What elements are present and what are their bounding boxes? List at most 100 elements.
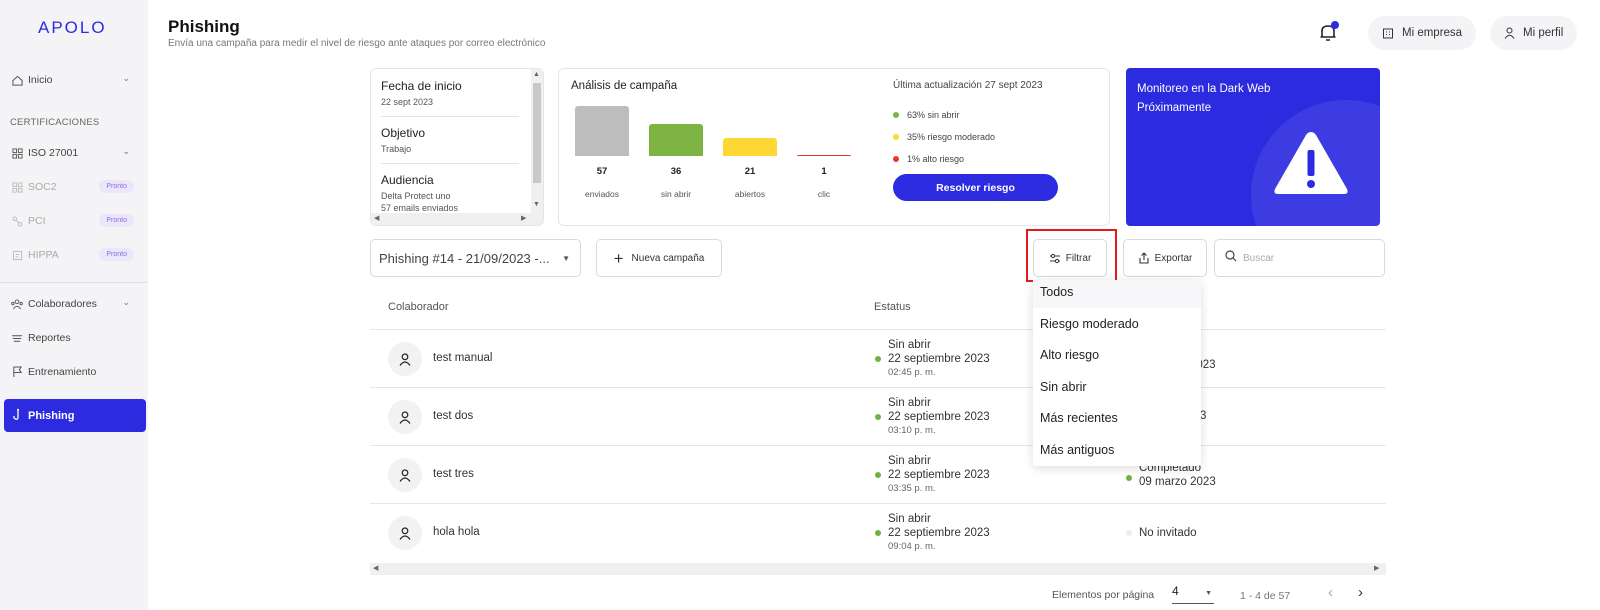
items-per-page-select[interactable]: 4 ▼ bbox=[1172, 584, 1214, 604]
status-dot bbox=[875, 414, 881, 420]
legend-text: 35% riesgo moderado bbox=[907, 132, 996, 142]
status-cell: Sin abrir 22 septiembre 2023 02:45 p. m. bbox=[888, 338, 990, 380]
user-icon bbox=[399, 526, 411, 540]
dark-web-card: Monitoreo en la Dark Web Próximamente bbox=[1126, 68, 1380, 226]
sidebar-item-label: Colaboradores bbox=[28, 298, 97, 310]
mi-empresa-label: Mi empresa bbox=[1402, 27, 1463, 39]
third-column-cell: No invitado bbox=[1139, 526, 1197, 540]
chevron-right-icon[interactable]: › bbox=[1358, 584, 1363, 601]
sidebar-item-reportes[interactable]: Reportes bbox=[10, 328, 138, 348]
user-icon bbox=[399, 410, 411, 424]
status-dot bbox=[875, 530, 881, 536]
plus-icon: + bbox=[613, 248, 624, 268]
scroll-down-icon[interactable]: ▼ bbox=[533, 201, 540, 208]
bar-value-label: 21 bbox=[744, 166, 756, 177]
start-date-value: 22 sept 2023 bbox=[381, 97, 434, 107]
filter-option-todos[interactable]: Todos bbox=[1040, 285, 1073, 299]
sidebar-item-iso27001[interactable]: ISO 27001 ⌄ bbox=[10, 143, 138, 163]
sidebar-item-label: Entrenamiento bbox=[28, 366, 97, 378]
status-time: 09:04 p. m. bbox=[888, 541, 936, 552]
scroll-right-icon[interactable]: ▶ bbox=[1374, 564, 1379, 572]
column-header-estatus[interactable]: Estatus bbox=[874, 301, 911, 313]
status-dot bbox=[1126, 475, 1132, 481]
scroll-up-icon[interactable]: ▲ bbox=[533, 71, 540, 78]
bar-category-label: abiertos bbox=[734, 189, 766, 199]
search-input[interactable] bbox=[1243, 252, 1373, 264]
filter-option-sin-abrir[interactable]: Sin abrir bbox=[1040, 380, 1087, 394]
pagination-range: 1 - 4 de 57 bbox=[1240, 590, 1291, 602]
exportar-button[interactable]: Exportar bbox=[1123, 239, 1207, 277]
nueva-campana-button[interactable]: + Nueva campaña bbox=[596, 239, 722, 277]
caret-down-icon: ▼ bbox=[562, 254, 570, 263]
objective-label: Objetivo bbox=[381, 126, 426, 140]
filter-option-riesgo-moderado[interactable]: Riesgo moderado bbox=[1040, 317, 1139, 331]
sidebar-item-phishing[interactable]: Phishing bbox=[4, 399, 146, 432]
sidebar-item-entrenamiento[interactable]: Entrenamiento bbox=[10, 362, 138, 382]
share-icon bbox=[1138, 252, 1150, 264]
sidebar-item-label: Inicio bbox=[28, 74, 53, 86]
home-icon bbox=[10, 73, 24, 87]
info-divider bbox=[381, 116, 519, 117]
mi-perfil-button[interactable]: Mi perfil bbox=[1490, 16, 1578, 50]
bar-abiertos bbox=[723, 138, 777, 156]
collaborator-name: test dos bbox=[433, 410, 474, 422]
bar-value-label: 36 bbox=[670, 166, 682, 177]
bar-enviados bbox=[575, 106, 629, 156]
pronto-badge: Pronto bbox=[99, 214, 134, 227]
legend-dot bbox=[893, 134, 899, 140]
page-subtitle: Envía una campaña para medir el nivel de… bbox=[168, 38, 546, 49]
sidebar-item-pci[interactable]: PCI Pronto bbox=[10, 211, 138, 231]
status-date: 22 septiembre 2023 bbox=[888, 527, 990, 539]
bar-category-label: enviados bbox=[584, 189, 620, 199]
user-icon bbox=[399, 352, 411, 366]
app-logo: APOLO bbox=[38, 18, 107, 37]
scroll-right-icon[interactable]: ▶ bbox=[521, 214, 526, 222]
table-horizontal-scrollbar[interactable]: ◀ ▶ bbox=[370, 563, 1386, 575]
filter-option-mas-recientes[interactable]: Más recientes bbox=[1040, 411, 1118, 425]
horizontal-scrollbar[interactable]: ◀ ▶ bbox=[371, 213, 543, 225]
legend-dot bbox=[893, 156, 899, 162]
search-box[interactable] bbox=[1214, 239, 1385, 277]
exportar-label: Exportar bbox=[1154, 252, 1193, 264]
bar-sin-abrir bbox=[649, 124, 703, 156]
objective-value: Trabajo bbox=[381, 144, 412, 154]
status-cell: Sin abrir 22 septiembre 2023 03:10 p. m. bbox=[888, 396, 990, 438]
scroll-left-icon[interactable]: ◀ bbox=[374, 214, 379, 222]
status-dot bbox=[875, 356, 881, 362]
avatar bbox=[388, 516, 422, 550]
search-icon bbox=[1225, 249, 1237, 267]
vertical-scrollbar[interactable]: ▲ ▼ bbox=[531, 69, 543, 214]
campaign-select-value: Phishing #14 - 21/09/2023 -... bbox=[379, 250, 550, 266]
status-dot bbox=[875, 472, 881, 478]
warning-icon bbox=[1274, 132, 1348, 194]
third-column-line1: No invitado bbox=[1139, 527, 1197, 539]
mi-empresa-button[interactable]: Mi empresa bbox=[1368, 16, 1477, 50]
filter-option-alto-riesgo[interactable]: Alto riesgo bbox=[1040, 348, 1099, 362]
items-per-page-label: Elementos por página bbox=[1052, 589, 1155, 601]
filtrar-button[interactable]: Filtrar bbox=[1033, 239, 1107, 277]
status-date: 22 septiembre 2023 bbox=[888, 411, 990, 423]
status-time: 02:45 p. m. bbox=[888, 367, 936, 378]
building-icon bbox=[1382, 27, 1394, 39]
chevron-left-icon[interactable]: ‹ bbox=[1328, 584, 1333, 601]
resolver-riesgo-button[interactable]: Resolver riesgo bbox=[893, 174, 1058, 201]
status-cell: Sin abrir 22 septiembre 2023 09:04 p. m. bbox=[888, 512, 990, 554]
dark-web-title-text: Monitoreo en la Dark Web bbox=[1137, 83, 1271, 95]
sidebar-item-label: HIPPA bbox=[28, 249, 59, 261]
sidebar-item-colaboradores[interactable]: Colaboradores ⌄ bbox=[10, 294, 138, 314]
dark-web-title: Monitoreo en la Dark Web Próximamente bbox=[1137, 80, 1270, 118]
sidebar-item-soc2[interactable]: SOC2 Pronto bbox=[10, 177, 138, 197]
sidebar: APOLO Inicio ⌄ CERTIFICACIONES ISO 27001… bbox=[0, 0, 148, 610]
legend-text: 63% sin abrir bbox=[907, 110, 960, 120]
sidebar-item-inicio[interactable]: Inicio ⌄ bbox=[10, 70, 138, 90]
scroll-thumb[interactable] bbox=[533, 83, 541, 183]
column-header-colaborador[interactable]: Colaborador bbox=[388, 301, 449, 313]
scroll-left-icon[interactable]: ◀ bbox=[373, 564, 378, 572]
filter-sliders-icon bbox=[1049, 253, 1061, 264]
campaign-info-card: Fecha de inicio 22 sept 2023 Objetivo Tr… bbox=[370, 68, 544, 226]
campaign-select[interactable]: Phishing #14 - 21/09/2023 -... ▼ bbox=[370, 239, 581, 277]
audience-label: Audiencia bbox=[381, 173, 434, 187]
sidebar-item-hippa[interactable]: HIPPA Pronto bbox=[10, 245, 138, 265]
filter-option-mas-antiguos[interactable]: Más antiguos bbox=[1040, 443, 1114, 457]
start-date-label: Fecha de inicio bbox=[381, 79, 462, 93]
